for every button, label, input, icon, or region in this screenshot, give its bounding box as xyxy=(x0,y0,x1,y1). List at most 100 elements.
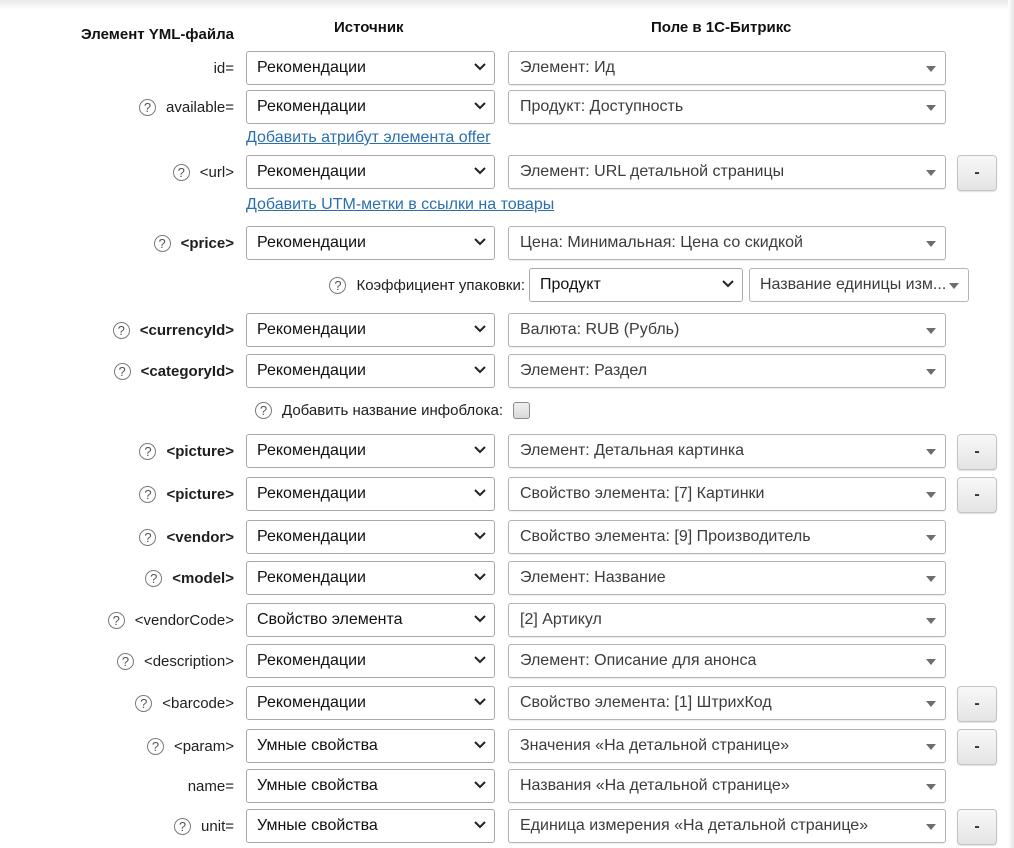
source-select[interactable]: Рекомендации xyxy=(246,51,495,85)
help-icon[interactable]: ? xyxy=(139,98,157,116)
help-icon[interactable]: ? xyxy=(255,401,272,419)
source-select[interactable]: Рекомендации xyxy=(246,155,495,189)
source-select[interactable]: Рекомендации xyxy=(246,686,495,720)
window-right-edge xyxy=(1008,0,1014,848)
dropdown-arrow-icon xyxy=(926,492,936,498)
row-label: ? <categoryId> xyxy=(113,354,234,388)
source-select[interactable]: Умные свойства xyxy=(246,769,495,803)
field-select[interactable]: Элемент: Раздел xyxy=(508,354,946,388)
help-icon[interactable]: ? xyxy=(135,694,153,712)
pack-field-select[interactable]: Название единицы изм... xyxy=(749,268,969,302)
field-select[interactable]: Валюта: RUB (Рубль) xyxy=(508,313,946,347)
help-icon[interactable]: ? xyxy=(139,528,157,546)
help-icon[interactable]: ? xyxy=(153,234,171,252)
row-label: id= xyxy=(213,59,234,77)
remove-row-button[interactable]: - xyxy=(957,477,997,513)
remove-row-button[interactable]: - xyxy=(957,809,997,845)
help-icon[interactable]: ? xyxy=(329,276,347,294)
add-utm-link[interactable]: Добавить UTM-метки в ссылки на товары xyxy=(246,196,554,214)
mapping-row-barcode: ? <barcode> Рекомендации Свойство элемент… xyxy=(0,686,1014,722)
remove-row-button[interactable]: - xyxy=(957,729,997,765)
field-select[interactable]: Значения «На детальной странице» xyxy=(508,729,946,763)
chevron-down-icon xyxy=(474,573,486,581)
source-select[interactable]: Рекомендации xyxy=(246,354,495,388)
field-select[interactable]: Свойство элемента: [1] ШтрихКод xyxy=(508,686,946,720)
source-select[interactable]: Рекомендации xyxy=(246,434,495,468)
source-select[interactable]: Умные свойства xyxy=(246,809,495,843)
field-select[interactable]: Названия «На детальной странице» xyxy=(508,769,946,803)
chevron-down-icon xyxy=(474,238,486,246)
pack-source-select[interactable]: Продукт xyxy=(529,268,743,302)
dropdown-arrow-icon xyxy=(926,784,936,790)
chevron-down-icon xyxy=(474,325,486,333)
source-select[interactable]: Рекомендации xyxy=(246,226,495,260)
mapping-row-id: id= Рекомендации Элемент: Ид xyxy=(0,51,1014,85)
remove-row-button[interactable]: - xyxy=(957,155,997,191)
add-infoblock-name-checkbox[interactable] xyxy=(513,401,531,419)
source-select[interactable]: Рекомендации xyxy=(246,644,495,678)
help-icon[interactable]: ? xyxy=(146,737,164,755)
chevron-down-icon xyxy=(474,532,486,540)
dropdown-arrow-icon xyxy=(926,369,936,375)
field-select[interactable]: Элемент: Название xyxy=(508,561,946,595)
field-select[interactable]: Свойство элемента: [9] Производитель xyxy=(508,520,946,554)
chevron-down-icon xyxy=(474,366,486,374)
field-select[interactable]: Единица измерения «На детальной странице… xyxy=(508,809,946,843)
mapping-row-param-unit: ? unit= Умные свойства Единица измерения … xyxy=(0,809,1014,845)
field-select[interactable]: [2] Артикул xyxy=(508,603,946,637)
help-icon[interactable]: ? xyxy=(139,485,157,503)
field-select[interactable]: Элемент: Ид xyxy=(508,51,946,85)
source-select[interactable]: Умные свойства xyxy=(246,729,495,763)
chevron-down-icon xyxy=(474,63,486,71)
field-select[interactable]: Элемент: URL детальной страницы xyxy=(508,155,946,189)
help-icon[interactable]: ? xyxy=(145,569,163,587)
add-offer-attribute-link[interactable]: Добавить атрибут элемента offer xyxy=(246,129,490,147)
source-select[interactable]: Рекомендации xyxy=(246,90,495,124)
source-select[interactable]: Рекомендации xyxy=(246,561,495,595)
field-select[interactable]: Свойство элемента: [7] Картинки xyxy=(508,477,946,511)
mapping-row-currencyid: ? <currencyId> Рекомендации Валюта: RUB (… xyxy=(0,313,1014,347)
dropdown-arrow-icon xyxy=(926,66,936,72)
help-icon[interactable]: ? xyxy=(172,163,190,181)
help-icon[interactable]: ? xyxy=(112,321,130,339)
chevron-down-icon xyxy=(474,167,486,175)
dropdown-arrow-icon xyxy=(926,105,936,111)
mapping-row-available: ? available= Рекомендации Продукт: Доступ… xyxy=(0,90,1014,124)
field-select[interactable]: Элемент: Описание для анонса xyxy=(508,644,946,678)
dropdown-arrow-icon xyxy=(926,824,936,830)
field-select[interactable]: Продукт: Доступность xyxy=(508,90,946,124)
mapping-row-param: ? <param> Умные свойства Значения «На дет… xyxy=(0,729,1014,765)
column-header-field: Поле в 1С-Битрикс xyxy=(651,19,792,36)
row-label: ? <vendor> xyxy=(139,520,234,554)
field-select[interactable]: Цена: Минимальная: Цена со скидкой xyxy=(508,226,946,260)
source-select[interactable]: Рекомендации xyxy=(246,477,495,511)
row-label: ? <barcode> xyxy=(135,686,234,720)
dropdown-arrow-icon xyxy=(926,744,936,750)
dropdown-arrow-icon xyxy=(949,283,959,289)
row-label: ? <model> xyxy=(145,561,234,595)
remove-row-button[interactable]: - xyxy=(957,686,997,722)
row-label: ? <currencyId> xyxy=(112,313,234,347)
field-select[interactable]: Элемент: Детальная картинка xyxy=(508,434,946,468)
source-select[interactable]: Свойство элемента xyxy=(246,603,495,637)
dropdown-arrow-icon xyxy=(926,328,936,334)
mapping-row-picture: ? <picture> Рекомендации Элемент: Детальн… xyxy=(0,434,1014,470)
column-header-element: Элемент YML-файла xyxy=(80,26,234,43)
dropdown-arrow-icon xyxy=(926,618,936,624)
help-icon[interactable]: ? xyxy=(113,362,131,380)
help-icon[interactable]: ? xyxy=(139,442,157,460)
mapping-row-vendorcode: ? <vendorCode> Свойство элемента [2] Арти… xyxy=(0,603,1014,637)
help-icon[interactable]: ? xyxy=(116,652,134,670)
remove-row-button[interactable]: - xyxy=(957,434,997,470)
chevron-down-icon xyxy=(474,489,486,497)
pack-coefficient-row: ? Коэффициент упаковки: Продукт Название … xyxy=(0,268,1014,302)
chevron-down-icon xyxy=(474,781,486,789)
source-select[interactable]: Рекомендации xyxy=(246,520,495,554)
chevron-down-icon xyxy=(474,821,486,829)
help-icon[interactable]: ? xyxy=(107,611,125,629)
source-select[interactable]: Рекомендации xyxy=(246,313,495,347)
help-icon[interactable]: ? xyxy=(174,817,192,835)
dropdown-arrow-icon xyxy=(926,701,936,707)
pack-coefficient-label: ? Коэффициент упаковки: xyxy=(329,268,525,302)
chevron-down-icon xyxy=(474,741,486,749)
